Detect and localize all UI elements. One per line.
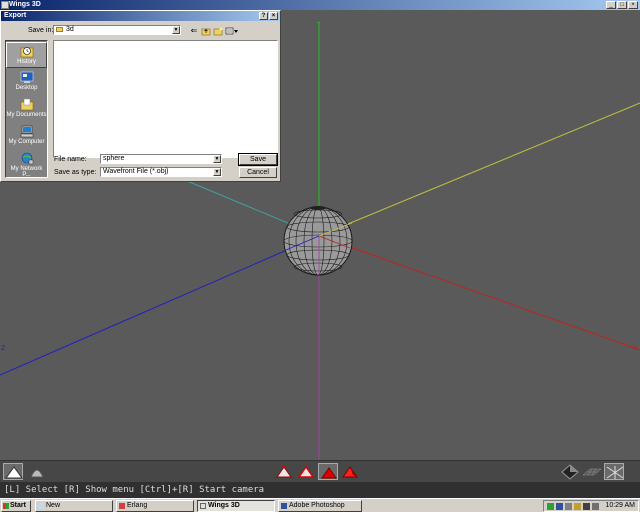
tray-monitor-icon[interactable] — [583, 503, 590, 510]
task-label: Adobe Photoshop — [289, 502, 345, 509]
tray-check-icon[interactable] — [547, 503, 554, 510]
x-axis-negative — [318, 102, 640, 237]
y-axis-label: Y — [316, 21, 321, 28]
body-mode-icon — [342, 466, 358, 478]
flat-shade-icon — [5, 466, 23, 479]
tray-volume-icon[interactable] — [574, 503, 581, 510]
erlang-icon — [119, 503, 125, 509]
ortho-view-button[interactable] — [560, 463, 580, 480]
axes-icon — [606, 466, 624, 479]
app-title: Wings 3D — [9, 1, 41, 8]
face-mode-icon — [321, 467, 337, 479]
task-label: Erlang — [127, 502, 148, 509]
x-axis-label: X — [633, 345, 637, 352]
computer-icon — [20, 125, 33, 138]
desktop-icon — [20, 71, 33, 83]
edge-mode-icon — [297, 465, 315, 478]
smooth-preview-button[interactable] — [3, 463, 23, 480]
grid-icon — [582, 468, 602, 476]
place-label: History — [17, 59, 36, 65]
export-dialog: Export ? × Save in: 3d ▼ ⇐ History Deskt… — [0, 10, 281, 182]
close-window-button[interactable]: × — [628, 1, 638, 9]
help-button[interactable]: ? — [259, 12, 268, 20]
place-my-documents[interactable]: My Documents — [6, 96, 47, 122]
start-button[interactable]: Start — [1, 500, 31, 512]
place-history[interactable]: History — [6, 42, 47, 68]
chevron-down-icon[interactable]: ▼ — [172, 26, 180, 34]
window-icon — [38, 503, 44, 509]
axes-toggle-button[interactable] — [604, 463, 624, 480]
history-icon — [20, 47, 33, 58]
file-name-label: File name: — [54, 156, 87, 163]
dialog-title-bar: Export ? × — [1, 11, 280, 21]
save-type-value: Wavefront File (*.obj) — [103, 168, 169, 175]
file-list[interactable] — [53, 40, 278, 158]
perspective-icon — [561, 464, 579, 480]
place-my-computer[interactable]: My Computer — [6, 123, 47, 149]
save-in-value: 3d — [66, 26, 74, 33]
status-line: [L] Select [R] Show menu [Ctrl]+[R] Star… — [0, 482, 640, 498]
smooth-shade-button[interactable] — [27, 463, 47, 480]
minimize-button[interactable]: _ — [606, 1, 616, 9]
documents-folder-icon — [20, 98, 33, 111]
save-in-dropdown[interactable]: 3d ▼ — [53, 25, 181, 35]
place-label: Desktop — [15, 85, 38, 91]
tray-network-icon[interactable] — [556, 503, 563, 510]
back-arrow-icon[interactable]: ⇐ — [189, 26, 199, 36]
edge-select-button[interactable] — [296, 463, 316, 480]
task-new[interactable]: New — [35, 500, 113, 512]
vertex-mode-icon — [276, 465, 292, 478]
wings-icon — [200, 503, 206, 509]
face-select-button[interactable] — [318, 463, 338, 480]
chevron-down-icon[interactable]: ▼ — [213, 168, 221, 176]
new-folder-icon[interactable] — [213, 26, 223, 36]
clock[interactable]: 10:29 AM — [605, 501, 635, 511]
photoshop-icon — [281, 503, 287, 509]
place-my-network[interactable]: My Network P... — [6, 150, 47, 178]
sphere-mesh[interactable] — [283, 206, 353, 276]
task-photoshop[interactable]: Adobe Photoshop — [278, 500, 362, 512]
task-label: Wings 3D — [208, 502, 240, 509]
folder-icon — [56, 27, 63, 32]
task-erlang[interactable]: Erlang — [116, 500, 194, 512]
z-axis-positive — [0, 235, 320, 376]
task-label: New — [46, 502, 61, 509]
tray-display-icon[interactable] — [565, 503, 572, 510]
dialog-title: Export — [4, 12, 27, 19]
place-desktop[interactable]: Desktop — [6, 69, 47, 95]
z-axis-label: Z — [1, 345, 5, 352]
places-bar: History Desktop My Documents My Computer… — [5, 40, 48, 178]
file-name-input[interactable]: sphere ▼ — [100, 154, 222, 164]
system-tray: 10:29 AM — [543, 500, 639, 512]
x-axis-positive — [318, 235, 640, 351]
cancel-button[interactable]: Cancel — [239, 167, 277, 178]
save-button[interactable]: Save — [238, 153, 278, 166]
body-select-button[interactable] — [340, 463, 360, 480]
view-menu-icon[interactable] — [225, 26, 239, 36]
file-name-value: sphere — [103, 155, 125, 162]
dialog-close-button[interactable]: × — [269, 12, 278, 20]
save-in-label: Save in: — [28, 27, 54, 34]
save-type-dropdown[interactable]: Wavefront File (*.obj) ▼ — [100, 167, 222, 177]
smooth-shade-icon — [30, 469, 44, 478]
vertex-select-button[interactable] — [274, 463, 294, 480]
place-label: My Documents — [6, 112, 47, 118]
tray-app-icon[interactable] — [592, 503, 599, 510]
network-icon — [21, 152, 33, 165]
app-title-bar: Wings 3D _ □ × — [0, 0, 640, 10]
task-wings3d[interactable]: Wings 3D — [197, 500, 275, 512]
groundplane-button[interactable] — [582, 463, 602, 480]
taskbar: Start New Erlang Wings 3D Adobe Photosho… — [0, 498, 640, 512]
maximize-button[interactable]: □ — [617, 1, 627, 9]
wings-logo-icon — [1, 1, 9, 9]
place-label: My Computer — [8, 139, 45, 145]
chevron-down-icon[interactable]: ▼ — [213, 155, 221, 163]
bottom-toolbar — [0, 460, 640, 482]
place-label: My Network P... — [10, 166, 43, 178]
up-folder-icon[interactable] — [201, 26, 211, 36]
save-type-label: Save as type: — [54, 169, 97, 176]
